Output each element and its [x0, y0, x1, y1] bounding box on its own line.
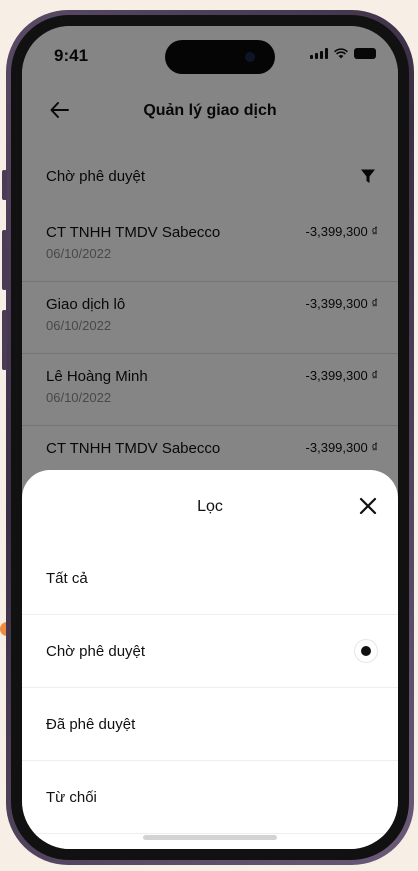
phone-frame: 9:41 Quản lý giao dịch Chờ phê duyệt CT … [2, 10, 414, 865]
option-label: Tất cả [46, 570, 88, 587]
sheet-header: Lọc [22, 470, 398, 542]
filter-bottom-sheet: Lọc Tất cả Chờ phê duyệt Đã phê duyệt Từ… [22, 470, 398, 849]
option-label: Đã phê duyệt [46, 716, 136, 733]
side-button-mute [2, 170, 7, 200]
home-indicator [143, 835, 277, 840]
filter-option-pending[interactable]: Chờ phê duyệt [22, 615, 398, 688]
sheet-title: Lọc [197, 498, 223, 515]
option-label: Chờ phê duyệt [46, 643, 146, 660]
side-button-volume-down [2, 310, 7, 370]
close-icon[interactable] [358, 496, 378, 516]
screen: 9:41 Quản lý giao dịch Chờ phê duyệt CT … [22, 26, 398, 849]
filter-option-approved[interactable]: Đã phê duyệt [22, 688, 398, 761]
filter-option-rejected[interactable]: Từ chối [22, 761, 398, 834]
phone-bezel: 9:41 Quản lý giao dịch Chờ phê duyệt CT … [11, 15, 409, 860]
filter-option-all[interactable]: Tất cả [22, 542, 398, 615]
side-button-volume-up [2, 230, 7, 290]
option-label: Từ chối [46, 789, 97, 806]
radio-selected-icon[interactable] [354, 639, 378, 663]
